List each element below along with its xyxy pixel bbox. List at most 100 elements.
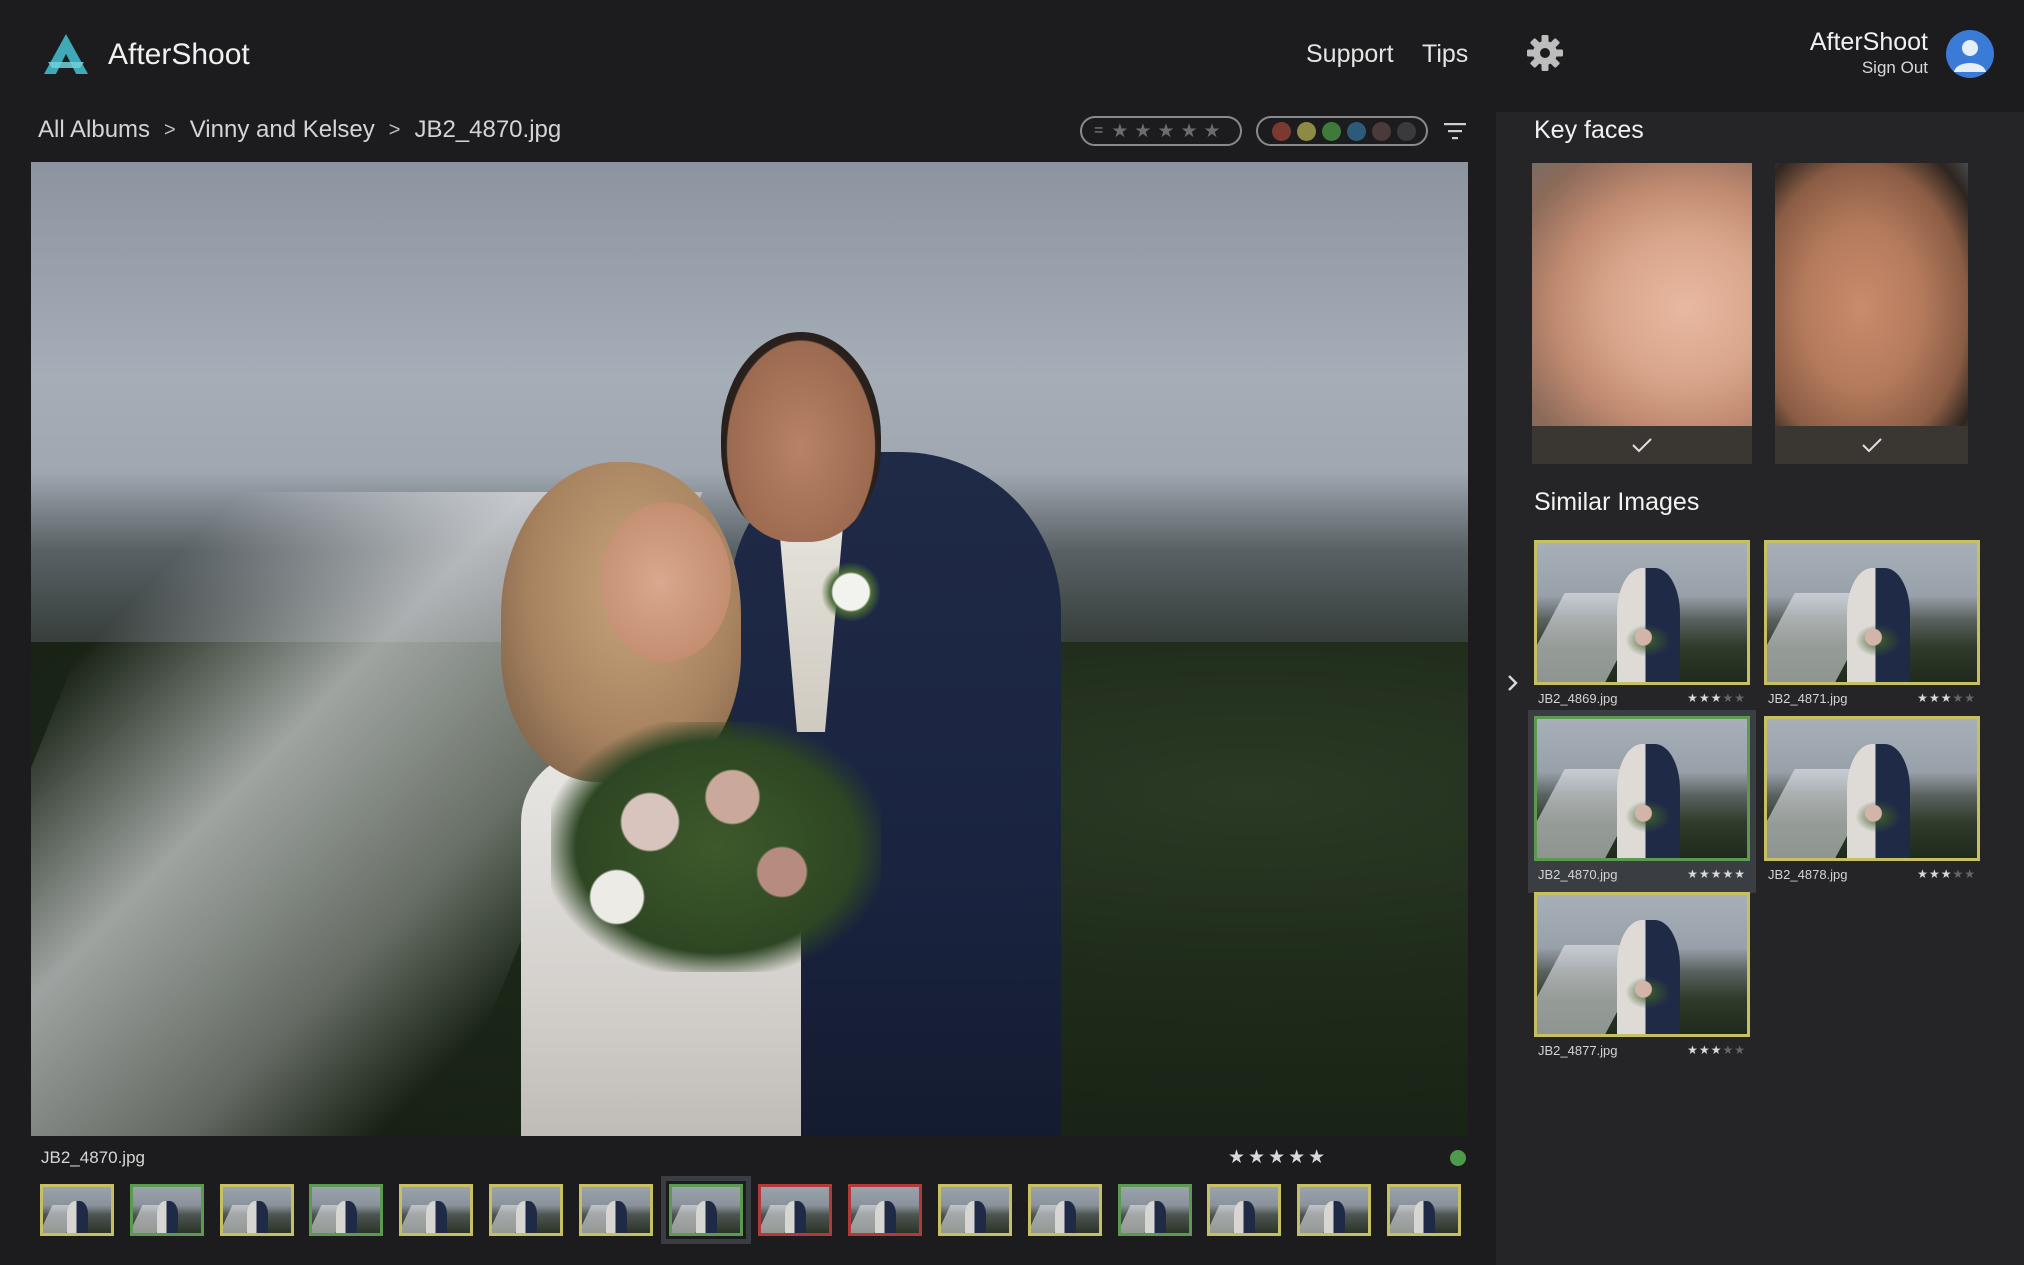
chevron-right-icon[interactable] [1504,672,1522,694]
star-icon[interactable]: ★ [1952,691,1964,705]
similar-image-rating[interactable]: ★★★★★ [1687,1043,1746,1057]
similar-image-card[interactable]: JB2_4869.jpg ★★★★★ [1534,540,1750,711]
current-photo-filename: JB2_4870.jpg [41,1148,145,1167]
key-face-card[interactable] [1532,163,1752,464]
star-icon[interactable]: ★ [1722,691,1734,705]
similar-image-card[interactable]: JB2_4878.jpg ★★★★★ [1764,716,1980,887]
star-icon[interactable]: ★ [1964,867,1976,881]
star-icon[interactable]: ★ [1941,691,1953,705]
star-icon[interactable]: ★ [1699,691,1711,705]
star-rating-filter[interactable]: = ★ ★ ★ ★ ★ [1080,116,1242,146]
filmstrip-thumbnail[interactable] [1387,1184,1461,1236]
filmstrip-thumbnail[interactable] [220,1184,294,1236]
star-icon[interactable]: ★ [1722,1043,1734,1057]
filmstrip-thumbnail[interactable] [399,1184,473,1236]
star-icon[interactable]: ★ [1134,122,1151,141]
filmstrip-thumbnail[interactable] [579,1184,653,1236]
color-dot-purple[interactable] [1372,121,1391,141]
key-face-card[interactable] [1775,163,1968,464]
star-icon[interactable]: ★ [1917,691,1929,705]
filmstrip [0,1176,1480,1246]
similar-image-thumbnail[interactable] [1534,540,1750,685]
similar-image-rating[interactable]: ★★★★★ [1687,691,1746,705]
star-icon[interactable]: ★ [1711,867,1723,881]
similar-image-filename: JB2_4877.jpg [1538,1042,1618,1058]
star-icon[interactable]: ★ [1929,867,1941,881]
star-icon[interactable]: ★ [1180,122,1197,141]
filmstrip-thumbnail[interactable] [309,1184,383,1236]
star-icon[interactable]: ★ [1157,122,1174,141]
filter-icon[interactable] [1444,122,1466,140]
similar-image-rating[interactable]: ★★★★★ [1917,867,1976,881]
star-icon[interactable]: ★ [1687,867,1699,881]
star-icon[interactable]: ★ [1941,867,1953,881]
similar-image-card[interactable]: JB2_4877.jpg ★★★★★ [1534,892,1750,1063]
similar-image-filename: JB2_4878.jpg [1768,866,1848,882]
sign-out-link[interactable]: Sign Out [1862,58,1928,78]
filmstrip-thumbnail[interactable] [489,1184,563,1236]
thumb-bq [1625,975,1672,1009]
thumb-couple [1234,1200,1255,1233]
similar-image-rating[interactable]: ★★★★★ [1687,867,1746,881]
filmstrip-thumbnail[interactable] [40,1184,114,1236]
key-face-check-bar[interactable] [1775,426,1968,464]
breadcrumb-album[interactable]: Vinny and Kelsey [190,116,375,144]
filmstrip-thumbnail[interactable] [1207,1184,1281,1236]
breadcrumb-all-albums[interactable]: All Albums [38,116,150,144]
similar-image-card[interactable]: JB2_4871.jpg ★★★★★ [1764,540,1980,711]
color-label-filter[interactable] [1256,116,1428,146]
filmstrip-thumbnail[interactable] [848,1184,922,1236]
star-icon[interactable]: ★ [1964,691,1976,705]
support-link[interactable]: Support [1306,40,1394,69]
star-icon[interactable]: ★ [1722,867,1734,881]
check-icon [1632,438,1652,453]
similar-image-thumbnail[interactable] [1764,716,1980,861]
filmstrip-thumbnail[interactable] [1297,1184,1371,1236]
similar-image-rating[interactable]: ★★★★★ [1917,691,1976,705]
filmstrip-thumbnail[interactable] [661,1176,751,1244]
star-icon[interactable]: ★ [1734,867,1746,881]
similar-image-card[interactable]: JB2_4870.jpg ★★★★★ [1528,710,1756,893]
thumb-couple [696,1200,717,1233]
star-icon[interactable]: ★ [1929,691,1941,705]
star-icon[interactable]: ★ [1734,1043,1746,1057]
filmstrip-thumbnail[interactable] [1118,1184,1192,1236]
color-dot-red[interactable] [1272,121,1291,141]
filmstrip-thumbnail[interactable] [1028,1184,1102,1236]
star-icon[interactable]: ★ [1111,122,1128,141]
color-dot-none[interactable] [1397,121,1416,141]
key-face-image [1775,163,1968,426]
thumb-couple [1055,1200,1076,1233]
star-icon[interactable]: ★ [1687,691,1699,705]
star-icon[interactable]: ★ [1734,691,1746,705]
thumb-couple [1145,1200,1166,1233]
user-avatar-icon[interactable] [1946,30,1994,78]
main-photo-viewer[interactable] [31,162,1468,1136]
aftershoot-logo-icon[interactable] [40,32,92,76]
color-dot-yellow[interactable] [1297,121,1316,141]
current-photo-rating[interactable]: ★★★★★ [1228,1146,1328,1169]
gear-icon[interactable] [1526,34,1564,72]
thumb-couple [157,1200,178,1233]
filmstrip-thumbnail[interactable] [938,1184,1012,1236]
color-dot-blue[interactable] [1347,121,1366,141]
filmstrip-thumbnail[interactable] [130,1184,204,1236]
similar-image-thumbnail[interactable] [1534,892,1750,1037]
thumb-bq [1625,623,1672,657]
star-icon[interactable]: ★ [1711,1043,1723,1057]
color-dot-green[interactable] [1322,121,1341,141]
key-face-check-bar[interactable] [1532,426,1752,464]
star-icon[interactable]: ★ [1687,1043,1699,1057]
photo-boutonniere [821,562,881,622]
star-icon[interactable]: ★ [1204,122,1221,141]
star-icon[interactable]: ★ [1952,867,1964,881]
filmstrip-thumbnail[interactable] [758,1184,832,1236]
thumb-couple [336,1200,357,1233]
star-icon[interactable]: ★ [1917,867,1929,881]
star-icon[interactable]: ★ [1699,1043,1711,1057]
star-icon[interactable]: ★ [1699,867,1711,881]
tips-link[interactable]: Tips [1422,40,1468,69]
similar-image-thumbnail[interactable] [1534,716,1750,861]
similar-image-thumbnail[interactable] [1764,540,1980,685]
star-icon[interactable]: ★ [1711,691,1723,705]
